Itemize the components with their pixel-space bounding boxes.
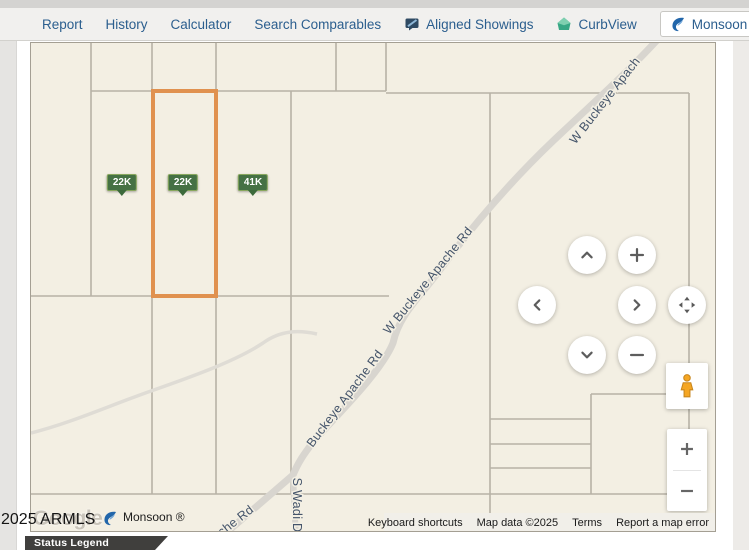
tab-calculator[interactable]: Calculator — [171, 17, 232, 32]
aligned-showings-icon — [404, 16, 420, 32]
curbview-icon — [556, 16, 572, 32]
monsoon-brand-label: Monsoon ® — [123, 510, 185, 524]
tab-report[interactable]: Report — [42, 17, 83, 32]
pan-left-button[interactable] — [518, 286, 556, 324]
zoom-in-button[interactable] — [618, 236, 656, 274]
tab-aligned-showings[interactable]: Aligned Showings — [404, 16, 533, 32]
plus-icon — [631, 249, 643, 261]
monsoon-mls-page: Report History Calculator Search Compara… — [0, 0, 749, 550]
monsoon-swirl-icon — [102, 509, 118, 525]
chevron-left-icon — [535, 300, 540, 309]
right-gutter — [733, 41, 749, 550]
tab-label: CurbView — [578, 17, 636, 32]
status-legend-bar[interactable]: Status Legend — [25, 536, 168, 550]
price-marker[interactable]: 22K — [107, 174, 137, 191]
map-zoom-out-button[interactable] — [667, 471, 707, 512]
road-label: S Wadi D — [290, 478, 304, 532]
armls-copyright: 2025 ARMLS — [1, 511, 95, 529]
tab-search-comparables[interactable]: Search Comparables — [254, 17, 381, 32]
tab-history[interactable]: History — [106, 17, 148, 32]
status-legend-label: Status Legend — [34, 537, 109, 549]
road-label: W Buckeye Apache Rd — [380, 224, 475, 337]
map-attribution: Keyboard shortcuts Map data ©2025 Terms … — [384, 513, 715, 532]
road-label: Buckeye Apache Rd — [304, 347, 386, 449]
monsoon-brand: Monsoon ® — [102, 509, 185, 525]
pan-right-button[interactable] — [618, 286, 656, 324]
chevron-down-icon — [582, 353, 591, 358]
road-labels: W Buckeye Apach W Buckeye Apache Rd Buck… — [197, 54, 643, 532]
terms-link[interactable]: Terms — [572, 517, 602, 529]
tab-label: Aligned Showings — [426, 17, 533, 32]
map-zoom-in-button[interactable] — [667, 429, 707, 470]
chevron-right-icon — [635, 300, 640, 309]
road-label: Apache Rd — [197, 502, 256, 532]
pan-move-icon — [676, 294, 698, 316]
top-edge-bar — [0, 0, 749, 8]
tab-curbview[interactable]: CurbView — [556, 16, 636, 32]
monsoon-swirl-icon — [670, 16, 686, 32]
pegman-icon — [674, 371, 700, 401]
pegman-button[interactable] — [666, 363, 708, 409]
recenter-button[interactable] — [668, 286, 706, 324]
keyboard-shortcuts-link[interactable]: Keyboard shortcuts — [368, 517, 463, 529]
tab-monsoon[interactable]: Monsoon — [660, 11, 749, 37]
road-label: W Buckeye Apach — [567, 54, 643, 146]
tab-label: Monsoon — [692, 17, 748, 32]
map-canvas[interactable]: W Buckeye Apach W Buckeye Apache Rd Buck… — [30, 42, 716, 532]
parcel-map: W Buckeye Apach W Buckeye Apache Rd Buck… — [31, 43, 716, 532]
chevron-up-icon — [582, 253, 591, 258]
price-marker[interactable]: 22K — [168, 174, 198, 191]
zoom-control — [667, 429, 707, 511]
report-map-error-link[interactable]: Report a map error — [616, 517, 709, 529]
pan-down-button[interactable] — [568, 336, 606, 374]
plus-icon — [681, 443, 693, 455]
pan-up-button[interactable] — [568, 236, 606, 274]
zoom-out-button[interactable] — [618, 336, 656, 374]
left-gutter — [0, 41, 17, 550]
toolbar: Report History Calculator Search Compara… — [0, 8, 749, 41]
map-data-link[interactable]: Map data ©2025 — [477, 517, 559, 529]
wash-path — [31, 332, 317, 433]
price-marker[interactable]: 41K — [238, 174, 268, 191]
